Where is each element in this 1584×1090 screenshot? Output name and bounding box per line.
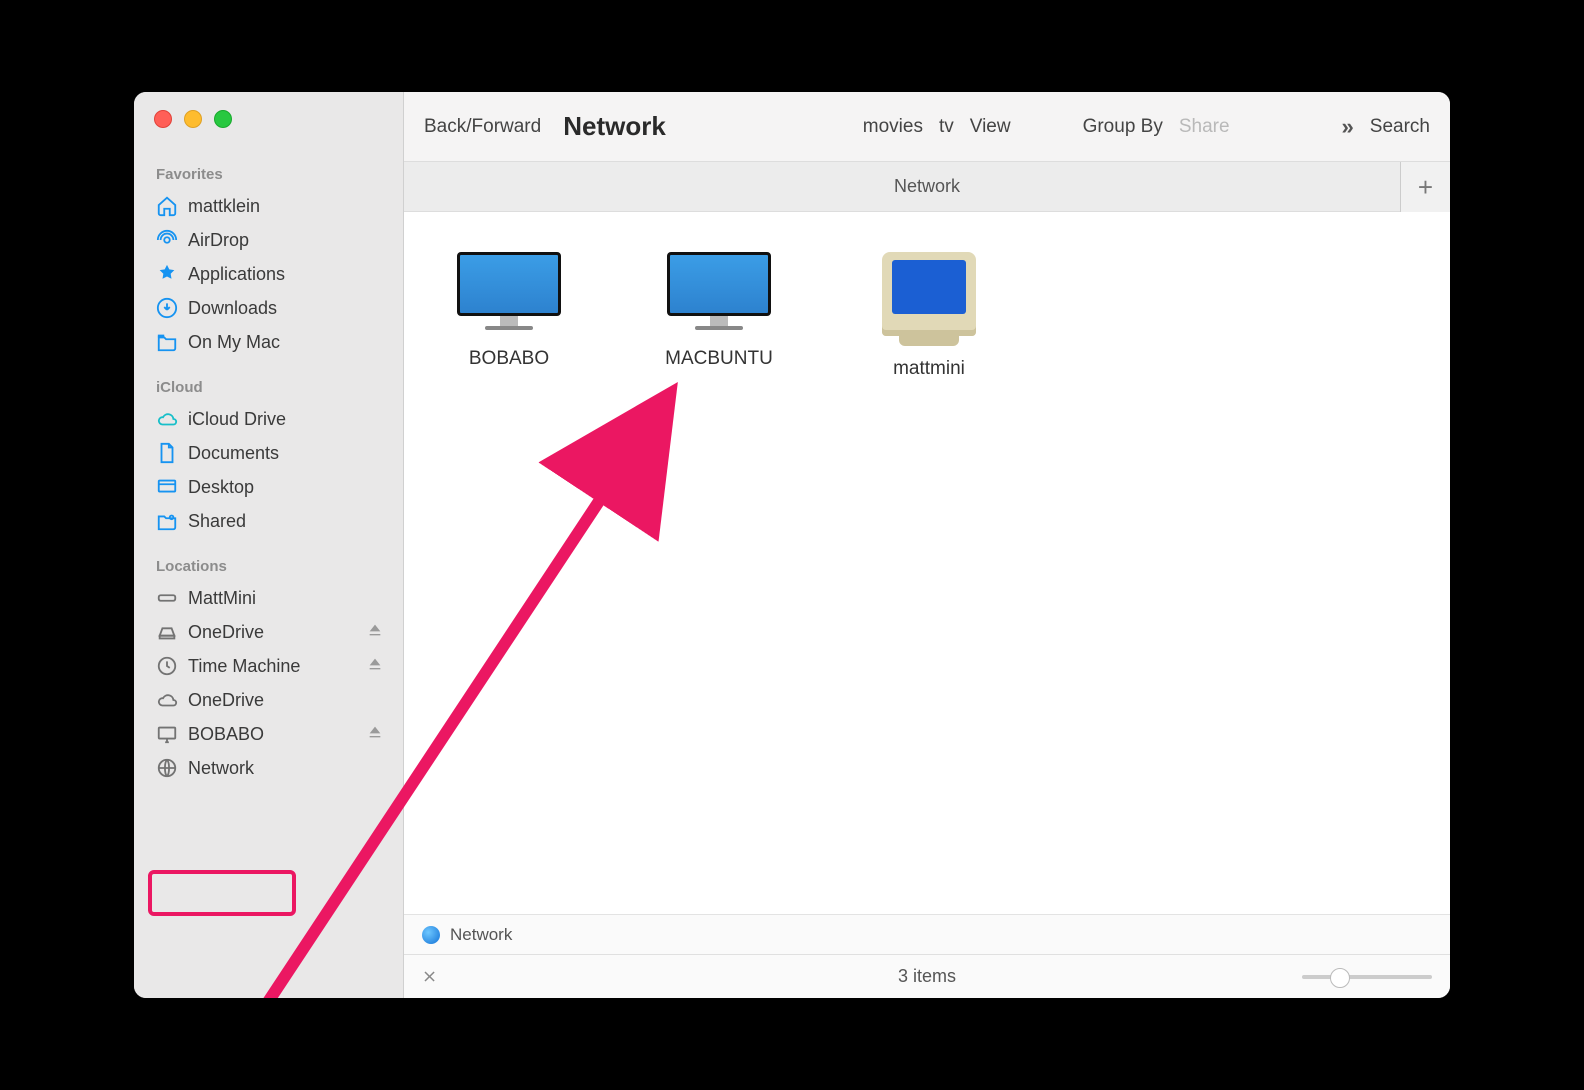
path-bar: Network: [404, 914, 1450, 954]
sidebar-item-bobabo[interactable]: BOBABO: [134, 717, 403, 751]
sidebar-item-label: MattMini: [188, 588, 256, 609]
sidebar-item-mattmini[interactable]: MattMini: [134, 581, 403, 615]
locations-header: Locations: [134, 558, 403, 581]
eject-icon[interactable]: [367, 724, 383, 745]
window-controls: [134, 106, 403, 128]
sidebar-item-onmymac[interactable]: On My Mac: [134, 325, 403, 359]
downloads-icon: [156, 297, 178, 319]
network-item-macbuntu[interactable]: MACBUNTU: [644, 252, 794, 370]
sidebar-item-label: AirDrop: [188, 230, 249, 251]
path-label[interactable]: Network: [450, 925, 512, 945]
imac-icon: [667, 252, 771, 336]
pc-crt-icon: [882, 252, 976, 346]
new-tab-button[interactable]: +: [1400, 162, 1450, 212]
document-icon: [156, 442, 178, 464]
display-icon: [156, 723, 178, 745]
disk-icon: [156, 621, 178, 643]
sidebar-item-label: OneDrive: [188, 690, 264, 711]
sidebar-item-label: Desktop: [188, 477, 254, 498]
sidebar-item-downloads[interactable]: Downloads: [134, 291, 403, 325]
sidebar-item-desktop[interactable]: Desktop: [134, 470, 403, 504]
tab-network[interactable]: Network: [894, 176, 960, 197]
status-bar: ⨯ 3 items: [404, 954, 1450, 998]
network-globe-icon: [422, 926, 440, 944]
annotation-highlight: [148, 870, 296, 916]
network-item-bobabo[interactable]: BOBABO: [434, 252, 584, 370]
sidebar-item-documents[interactable]: Documents: [134, 436, 403, 470]
sidebar-item-label: Network: [188, 758, 254, 779]
eject-icon[interactable]: [367, 656, 383, 677]
sidebar-item-airdrop[interactable]: AirDrop: [134, 223, 403, 257]
content-area[interactable]: BOBABO MACBUNTU mattmini: [404, 212, 1450, 914]
sidebar-item-label: Downloads: [188, 298, 277, 319]
imac-icon: [457, 252, 561, 336]
desktop-icon: [156, 476, 178, 498]
zoom-window-button[interactable]: [214, 110, 232, 128]
cloud-icon: [156, 408, 178, 430]
toolbar-view[interactable]: View: [970, 116, 1011, 138]
minimize-window-button[interactable]: [184, 110, 202, 128]
airdrop-icon: [156, 229, 178, 251]
sidebar-item-label: Shared: [188, 511, 246, 532]
sidebar-item-label: OneDrive: [188, 622, 264, 643]
sidebar-item-label: Applications: [188, 264, 285, 285]
icon-size-slider[interactable]: [1302, 975, 1432, 979]
sidebar-item-shared[interactable]: Shared: [134, 504, 403, 538]
network-item-label: BOBABO: [469, 348, 549, 370]
sidebar-item-label: iCloud Drive: [188, 409, 286, 430]
macmini-icon: [156, 587, 178, 609]
network-item-mattmini[interactable]: mattmini: [854, 252, 1004, 380]
sidebar-item-label: On My Mac: [188, 332, 280, 353]
globe-icon: [156, 757, 178, 779]
eject-icon[interactable]: [367, 622, 383, 643]
network-item-label: MACBUNTU: [665, 348, 773, 370]
applications-icon: [156, 263, 178, 285]
sidebar-item-onedrive-1[interactable]: OneDrive: [134, 615, 403, 649]
sidebar-item-mattklein[interactable]: mattklein: [134, 189, 403, 223]
shared-folder-icon: [156, 510, 178, 532]
sidebar-item-applications[interactable]: Applications: [134, 257, 403, 291]
tab-bar: Network +: [404, 162, 1450, 212]
timemachine-icon: [156, 655, 178, 677]
sidebar-item-onedrive-2[interactable]: OneDrive: [134, 683, 403, 717]
toolbar: Back/Forward Network movies tv View Grou…: [404, 92, 1450, 162]
home-icon: [156, 195, 178, 217]
sidebar-item-label: BOBABO: [188, 724, 264, 745]
toolbar-movies[interactable]: movies: [863, 116, 923, 138]
sidebar-item-iclouddrive[interactable]: iCloud Drive: [134, 402, 403, 436]
toolbar-tv[interactable]: tv: [939, 116, 954, 138]
sidebar-item-network[interactable]: Network: [134, 751, 403, 785]
close-window-button[interactable]: [154, 110, 172, 128]
sidebar-item-label: Time Machine: [188, 656, 300, 677]
finder-window: Favorites mattklein AirDrop Applications…: [134, 92, 1450, 998]
item-count: 3 items: [898, 966, 956, 987]
toolbar-search[interactable]: Search: [1370, 116, 1430, 138]
favorites-header: Favorites: [134, 166, 403, 189]
back-forward-button[interactable]: Back/Forward: [424, 116, 541, 138]
window-title: Network: [563, 111, 666, 142]
sidebar-item-label: mattklein: [188, 196, 260, 217]
toolbar-groupby[interactable]: Group By: [1083, 116, 1163, 138]
toolbar-overflow-icon[interactable]: »: [1342, 114, 1354, 140]
main-area: Back/Forward Network movies tv View Grou…: [404, 92, 1450, 998]
sidebar-item-timemachine[interactable]: Time Machine: [134, 649, 403, 683]
sidebar: Favorites mattklein AirDrop Applications…: [134, 92, 404, 998]
cloud-icon: [156, 689, 178, 711]
folder-icon: [156, 331, 178, 353]
toolbar-share[interactable]: Share: [1179, 116, 1230, 138]
network-item-label: mattmini: [893, 358, 965, 380]
window-body: Favorites mattklein AirDrop Applications…: [134, 92, 1450, 998]
path-toggle-icon[interactable]: ⨯: [422, 966, 437, 987]
sidebar-item-label: Documents: [188, 443, 279, 464]
icloud-header: iCloud: [134, 379, 403, 402]
